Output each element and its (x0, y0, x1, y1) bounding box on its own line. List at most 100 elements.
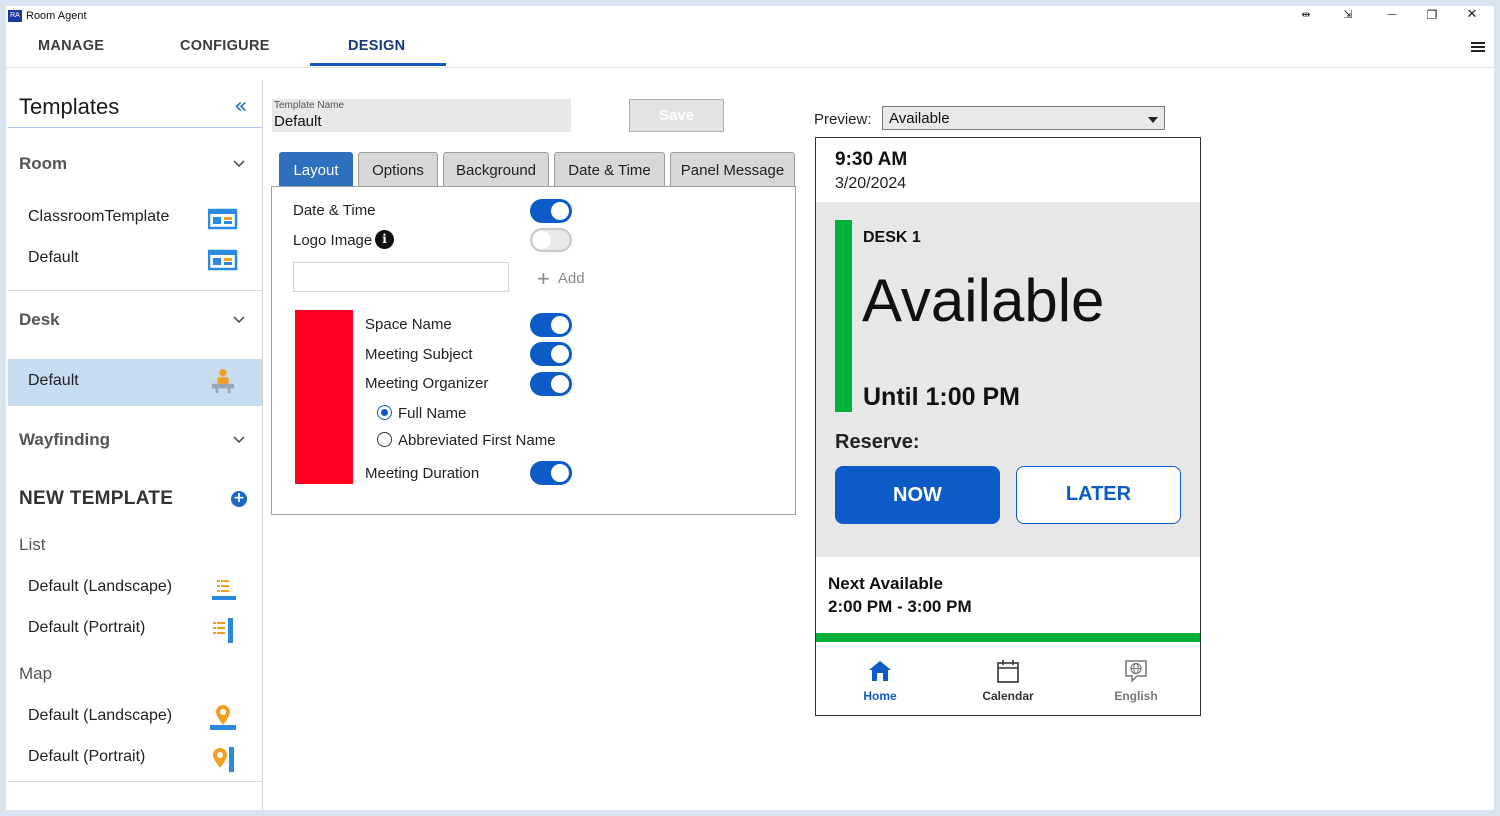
sidebar-item-label: Default (Landscape) (28, 578, 173, 595)
tab-design[interactable]: DESIGN (348, 38, 405, 54)
panel-time: 9:30 AM (835, 149, 908, 170)
nav-label: English (1114, 689, 1158, 703)
plus-icon: + (537, 266, 550, 291)
desk-person-icon (211, 368, 235, 394)
sidebar-item-label: ClassroomTemplate (28, 208, 170, 225)
nav-label: Home (863, 689, 897, 703)
meeting-subject-toggle[interactable] (530, 342, 572, 366)
maximize-button[interactable]: ❐ (1415, 6, 1449, 26)
sidebar-item-list-landscape[interactable]: Default (Landscape) (8, 567, 262, 609)
sidebar-item-classroomtemplate[interactable]: ClassroomTemplate (8, 197, 262, 239)
logo-image-input[interactable] (293, 262, 509, 292)
sidebar-title: Templates (19, 94, 120, 119)
next-available-time: 2:00 PM - 3:00 PM (828, 597, 972, 616)
chevron-down-icon[interactable] (232, 433, 246, 447)
sidebar-item-label: Default (Portrait) (28, 619, 146, 636)
panel-date: 3/20/2024 (835, 175, 907, 192)
panel-status: Available (862, 267, 1105, 334)
status-color-bar (835, 220, 852, 412)
info-icon[interactable]: i (375, 230, 394, 249)
chevron-down-icon[interactable] (232, 313, 246, 327)
sidebar-item-desk-default[interactable]: Default (8, 359, 262, 406)
full-name-label: Full Name (398, 405, 467, 422)
tab-options[interactable]: Options (358, 152, 438, 187)
sidebar-item-map-landscape[interactable]: Default (Landscape) (8, 696, 262, 738)
menu-icon[interactable] (1471, 42, 1485, 54)
space-name-toggle[interactable] (530, 313, 572, 337)
save-button[interactable]: Save (629, 99, 724, 132)
templates-sidebar: Templates « Room ClassroomTemplate Defau… (8, 80, 263, 810)
abbreviated-name-radio[interactable] (377, 432, 392, 447)
sidebar-item-label: Default (Landscape) (28, 707, 173, 724)
list-portrait-icon (213, 618, 233, 643)
template-name-value[interactable]: Default (274, 113, 322, 130)
new-template-heading: NEW TEMPLATE (19, 488, 174, 509)
meeting-duration-toggle[interactable] (530, 461, 572, 485)
language-icon (1125, 660, 1147, 683)
full-name-radio[interactable] (377, 405, 392, 420)
panel-space-name: DESK 1 (863, 229, 921, 246)
list-landscape-icon (212, 580, 236, 600)
meeting-organizer-toggle[interactable] (530, 372, 572, 396)
sidebar-item-label: Default (28, 372, 79, 389)
preview-label: Preview: (814, 111, 872, 128)
divider (8, 127, 262, 128)
logo-image-toggle[interactable] (530, 228, 572, 252)
sidebar-item-list-portrait[interactable]: Default (Portrait) (8, 608, 262, 650)
tab-panel-message[interactable]: Panel Message (670, 152, 795, 187)
sidebar-item-map-portrait[interactable]: Default (Portrait) (8, 737, 262, 779)
calendar-icon (997, 660, 1019, 683)
sidebar-item-room-default[interactable]: Default (8, 238, 262, 280)
tab-background[interactable]: Background (443, 152, 549, 187)
status-strip (816, 633, 1200, 642)
date-time-label: Date & Time (293, 202, 376, 219)
abbreviated-name-label: Abbreviated First Name (398, 432, 556, 449)
active-tab-indicator (310, 63, 446, 66)
template-name-label: Template Name (274, 100, 345, 111)
title-bar: RA Room Agent ⇹ ⇲ — ❐ ✕ (6, 6, 1494, 28)
add-logo-button[interactable]: + Add (537, 266, 585, 292)
reserve-now-button[interactable]: NOW (835, 466, 1000, 524)
main-nav: MANAGE CONFIGURE DESIGN (6, 28, 1494, 68)
collapse-icon[interactable]: « (234, 94, 247, 119)
sidebar-item-label: Default (28, 249, 79, 266)
panel-nav-calendar[interactable]: Calendar (953, 658, 1063, 708)
room-layout-icon (208, 208, 238, 230)
close-button[interactable]: ✕ (1455, 6, 1489, 26)
add-label: Add (557, 270, 585, 287)
nav-arrows-icon[interactable]: ⇹ (1289, 6, 1323, 26)
panel-until: Until 1:00 PM (863, 383, 1020, 411)
app-title: Room Agent (26, 10, 87, 22)
preview-panel: 9:30 AM 3/20/2024 DESK 1 Available Until… (815, 137, 1201, 716)
meeting-duration-label: Meeting Duration (365, 465, 480, 482)
color-block (295, 310, 353, 484)
panel-nav-home[interactable]: Home (825, 658, 935, 708)
section-wayfinding[interactable]: Wayfinding (19, 430, 110, 450)
divider (8, 290, 262, 291)
chevron-down-icon[interactable] (232, 157, 246, 171)
tab-date-time[interactable]: Date & Time (554, 152, 665, 187)
meeting-organizer-label: Meeting Organizer (365, 375, 489, 392)
panel-status-area: DESK 1 Available Until 1:00 PM Reserve: … (816, 202, 1200, 557)
panel-nav-language[interactable]: English (1081, 658, 1191, 708)
logo-image-label: Logo Image (293, 232, 373, 249)
minimize-button[interactable]: — (1375, 6, 1409, 26)
reserve-later-button[interactable]: LATER (1016, 466, 1181, 524)
section-room[interactable]: Room (19, 154, 67, 174)
section-desk[interactable]: Desk (19, 310, 60, 330)
map-pin-landscape-icon (210, 705, 236, 730)
divider (8, 781, 262, 782)
preview-select[interactable]: Available (882, 106, 1165, 130)
pin-icon[interactable]: ⇲ (1331, 6, 1365, 26)
template-name-field[interactable]: Template Name Default (272, 99, 571, 132)
next-available-label: Next Available (828, 574, 943, 593)
reserve-label: Reserve: (835, 431, 920, 453)
date-time-toggle[interactable] (530, 199, 572, 223)
tab-manage[interactable]: MANAGE (38, 38, 104, 54)
space-name-label: Space Name (365, 316, 452, 333)
room-layout-icon (208, 249, 238, 271)
tab-configure[interactable]: CONFIGURE (180, 38, 270, 54)
tab-layout[interactable]: Layout (279, 152, 353, 187)
add-template-button[interactable]: + (231, 491, 247, 507)
home-icon (869, 661, 891, 681)
